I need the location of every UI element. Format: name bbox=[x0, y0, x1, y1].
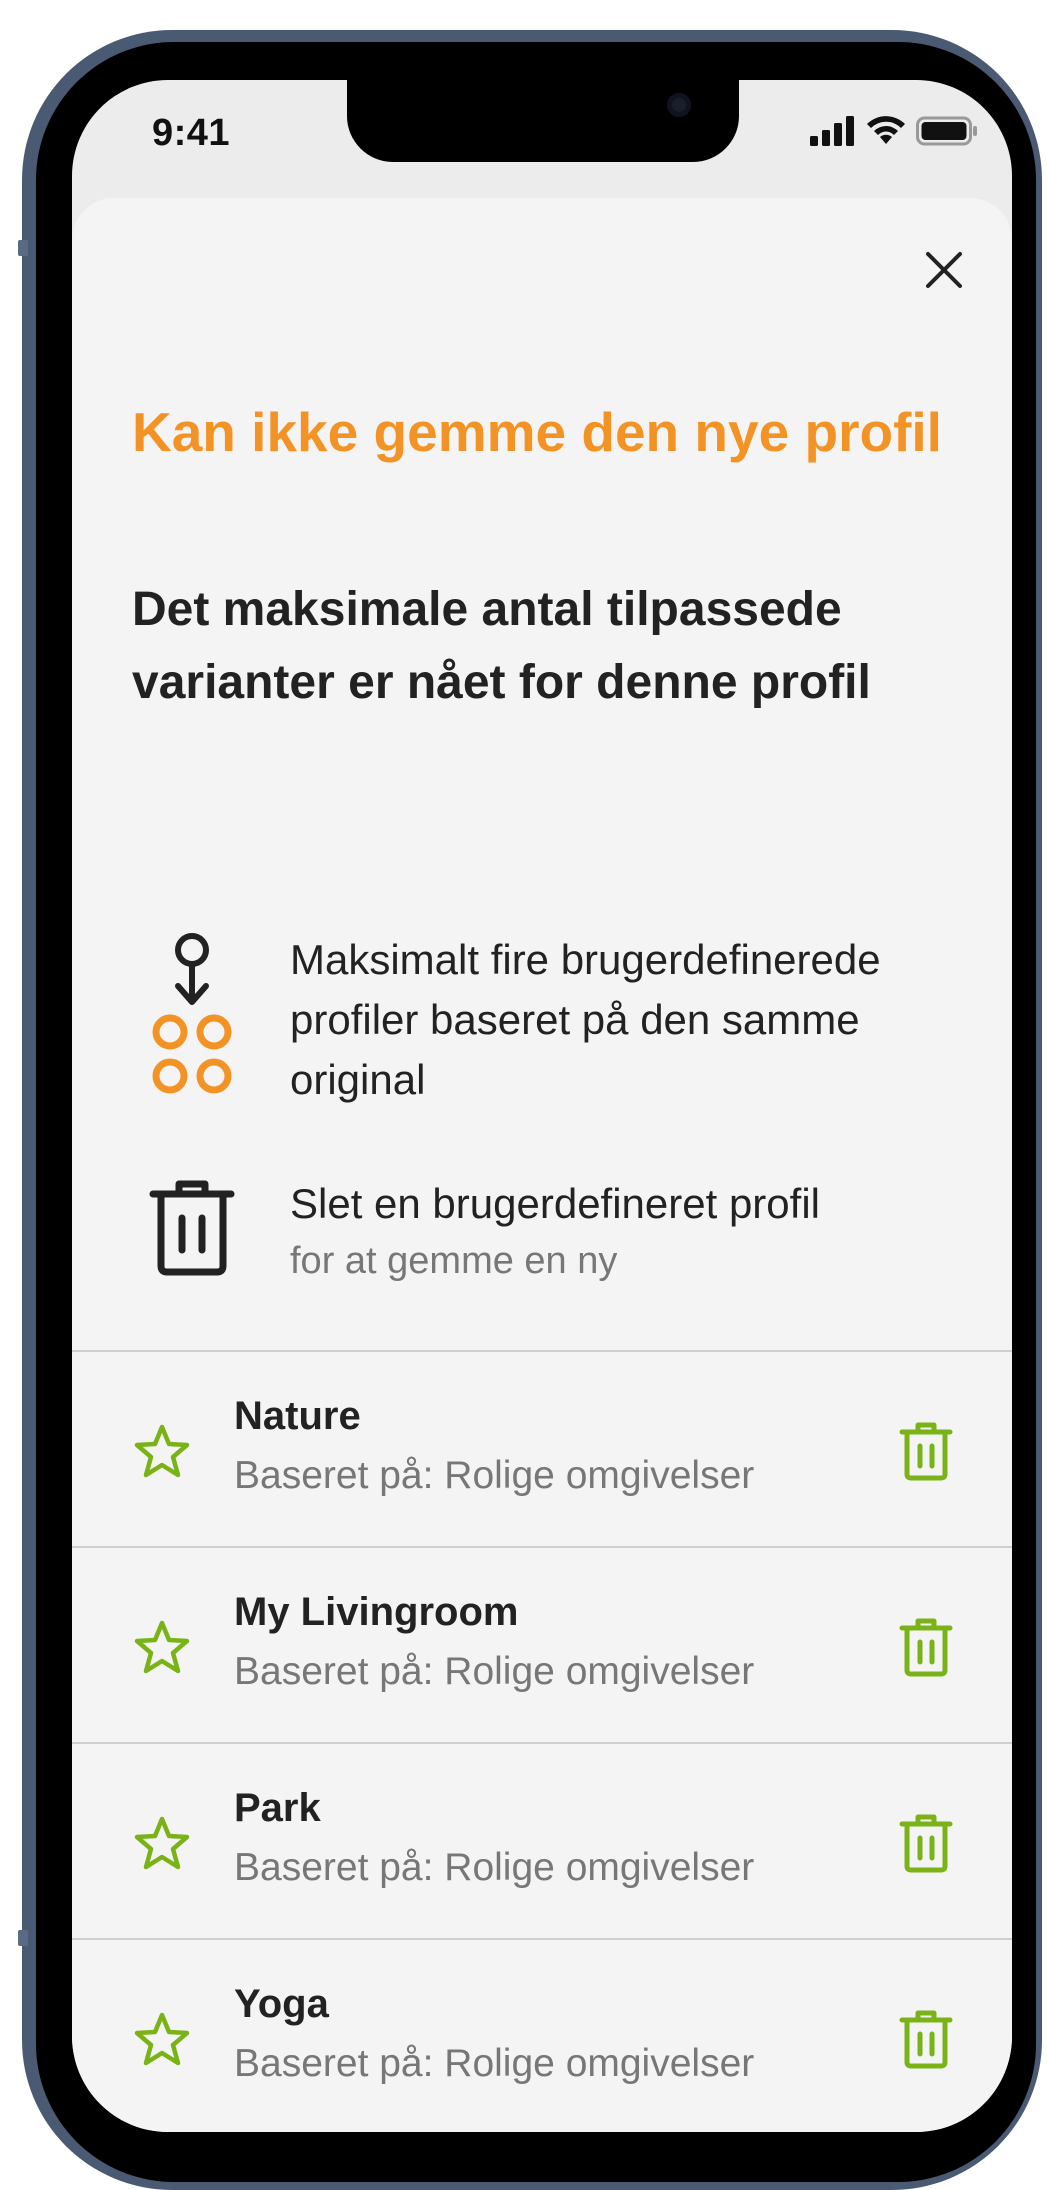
dialog-subtitle: Det maksimale antal tilpassede varianter… bbox=[132, 583, 871, 709]
profile-variants-icon bbox=[132, 926, 252, 1106]
cellular-signal-icon bbox=[810, 116, 854, 146]
profile-name: Nature bbox=[234, 1394, 361, 1438]
trash-icon[interactable] bbox=[898, 1812, 954, 1874]
wifi-icon bbox=[867, 116, 905, 144]
trash-icon[interactable] bbox=[898, 1420, 954, 1482]
star-icon[interactable] bbox=[132, 1422, 192, 1482]
list-item[interactable]: My Livingroom Baseret på: Rolige omgivel… bbox=[72, 1548, 1012, 1744]
info-limit-text: Maksimalt fire brugerdefinerede profiler… bbox=[290, 936, 881, 1103]
profile-name: Park bbox=[234, 1786, 321, 1830]
profile-based-on: Baseret på: Rolige omgivelser bbox=[234, 1650, 755, 1693]
list-item[interactable]: Park Baseret på: Rolige omgivelser bbox=[72, 1744, 1012, 1940]
dialog-sheet: Kan ikke gemme den nye profil Det maksim… bbox=[72, 198, 1012, 2132]
close-icon bbox=[926, 252, 962, 288]
profile-based-on: Baseret på: Rolige omgivelser bbox=[234, 1846, 755, 1889]
device-side-button bbox=[18, 1930, 28, 1946]
battery-icon bbox=[916, 116, 977, 146]
profile-based-on: Baseret på: Rolige omgivelser bbox=[234, 2042, 755, 2085]
star-icon[interactable] bbox=[132, 2010, 192, 2070]
star-icon[interactable] bbox=[132, 1618, 192, 1678]
profile-name: Yoga bbox=[234, 1982, 329, 2026]
status-icons bbox=[810, 116, 978, 146]
info-delete-main: Slet en brugerdefineret profil bbox=[290, 1180, 820, 1227]
trash-icon[interactable] bbox=[898, 1616, 954, 1678]
device-notch bbox=[347, 80, 739, 162]
list-item[interactable]: Nature Baseret på: Rolige omgivelser bbox=[72, 1352, 1012, 1548]
profile-name: My Livingroom bbox=[234, 1590, 519, 1634]
camera-icon bbox=[667, 93, 691, 117]
status-time: 9:41 bbox=[152, 112, 231, 154]
info-delete-sub: for at gemme en ny bbox=[290, 1240, 618, 1282]
profile-based-on: Baseret på: Rolige omgivelser bbox=[234, 1454, 755, 1497]
star-icon[interactable] bbox=[132, 1814, 192, 1874]
dialog-title: Kan ikke gemme den nye profil bbox=[132, 401, 942, 463]
info-limit-row: Maksimalt fire brugerdefinerede profiler… bbox=[132, 926, 972, 1110]
device-side-button bbox=[18, 240, 28, 256]
trash-icon bbox=[132, 1176, 252, 1276]
info-delete-row: Slet en brugerdefineret profil for at ge… bbox=[132, 1176, 972, 1288]
info-delete-text: Slet en brugerdefineret profil for at ge… bbox=[290, 1174, 820, 1288]
screen: 9:41 Kan ikke gemme den nye profil Det m… bbox=[72, 80, 1012, 2132]
trash-icon[interactable] bbox=[898, 2008, 954, 2070]
close-button[interactable] bbox=[912, 238, 976, 302]
list-item[interactable]: Yoga Baseret på: Rolige omgivelser bbox=[72, 1940, 1012, 2132]
